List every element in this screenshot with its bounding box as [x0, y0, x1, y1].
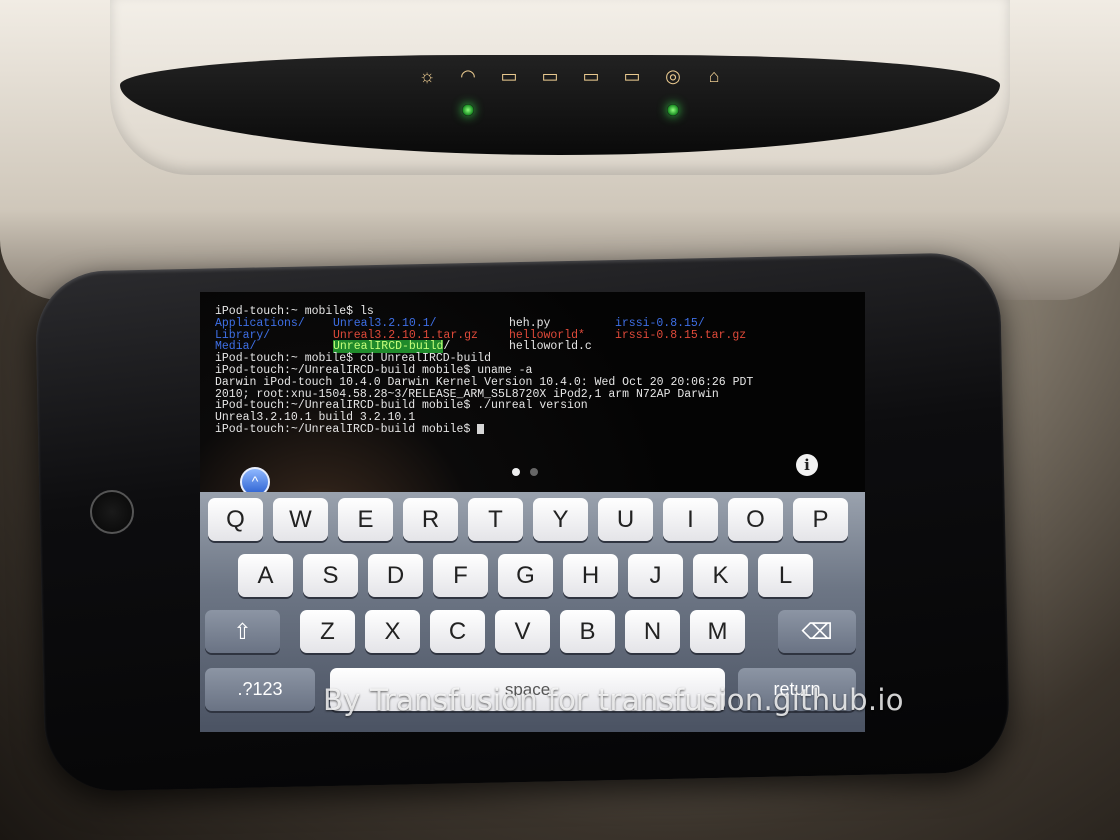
terminal-line: Applications/Unreal3.2.10.1/heh.py irssi-… — [215, 316, 705, 330]
key-o[interactable]: O — [728, 498, 783, 541]
terminal-line: Darwin iPod-touch 10.4.0 Darwin Kernel V… — [215, 375, 754, 389]
key-u[interactable]: U — [598, 498, 653, 541]
key-n[interactable]: N — [625, 610, 680, 653]
key-t[interactable]: T — [468, 498, 523, 541]
key-z[interactable]: Z — [300, 610, 355, 653]
shift-key[interactable]: ⇧ — [205, 610, 280, 653]
wifi-icon: ◠ — [456, 66, 480, 136]
key-s[interactable]: S — [303, 554, 358, 597]
key-d[interactable]: D — [368, 554, 423, 597]
terminal-input-line[interactable]: iPod-touch:~/UnrealIRCD-build mobile$ — [215, 424, 855, 436]
keyboard-row-2: A S D F G H J K L — [200, 554, 865, 604]
power-icon: ☼ — [418, 66, 436, 86]
key-w[interactable]: W — [273, 498, 328, 541]
key-c[interactable]: C — [430, 610, 485, 653]
page-indicator — [512, 468, 538, 476]
text-cursor — [477, 423, 485, 434]
terminal-output: iPod-touch:~ mobile$ ls Applications/Unr… — [215, 306, 855, 436]
terminal-screen: iPod-touch:~ mobile$ ls Applications/Unr… — [200, 292, 865, 732]
key-h[interactable]: H — [563, 554, 618, 597]
numbers-key[interactable]: .?123 — [205, 668, 315, 711]
lan3-icon: ▭ — [582, 66, 600, 86]
key-j[interactable]: J — [628, 554, 683, 597]
key-q[interactable]: Q — [208, 498, 263, 541]
keyboard-row-1: Q W E R T Y U I O P — [200, 498, 865, 548]
key-i[interactable]: I — [663, 498, 718, 541]
watermark-text: By Transfusion for transfusion.github.io — [323, 683, 904, 717]
router-status-icons: ☼ ◠ ▭ ▭ ▭ ▭ ◎ ⌂ — [415, 66, 735, 136]
key-b[interactable]: B — [560, 610, 615, 653]
lock-icon: ⌂ — [708, 66, 720, 86]
key-k[interactable]: K — [693, 554, 748, 597]
key-e[interactable]: E — [338, 498, 393, 541]
key-x[interactable]: X — [365, 610, 420, 653]
key-y[interactable]: Y — [533, 498, 588, 541]
key-r[interactable]: R — [403, 498, 458, 541]
keyboard-row-3: ⇧ Z X C V B N M ⌫ — [200, 610, 865, 660]
lan4-icon: ▭ — [623, 66, 641, 86]
key-g[interactable]: G — [498, 554, 553, 597]
key-p[interactable]: P — [793, 498, 848, 541]
key-l[interactable]: L — [758, 554, 813, 597]
info-icon[interactable]: i — [796, 454, 818, 476]
key-m[interactable]: M — [690, 610, 745, 653]
key-f[interactable]: F — [433, 554, 488, 597]
key-v[interactable]: V — [495, 610, 550, 653]
backspace-key[interactable]: ⌫ — [778, 610, 856, 653]
home-button[interactable] — [90, 490, 134, 534]
terminal-line: iPod-touch:~/UnrealIRCD-build mobile$ un… — [215, 363, 533, 377]
lan1-icon: ▭ — [500, 66, 518, 86]
page-dot — [530, 468, 538, 476]
page-dot-active — [512, 468, 520, 476]
lan2-icon: ▭ — [541, 66, 559, 86]
wan-icon: ◎ — [661, 66, 685, 136]
key-a[interactable]: A — [238, 554, 293, 597]
router-body: ☼ ◠ ▭ ▭ ▭ ▭ ◎ ⌂ — [0, 0, 1120, 300]
